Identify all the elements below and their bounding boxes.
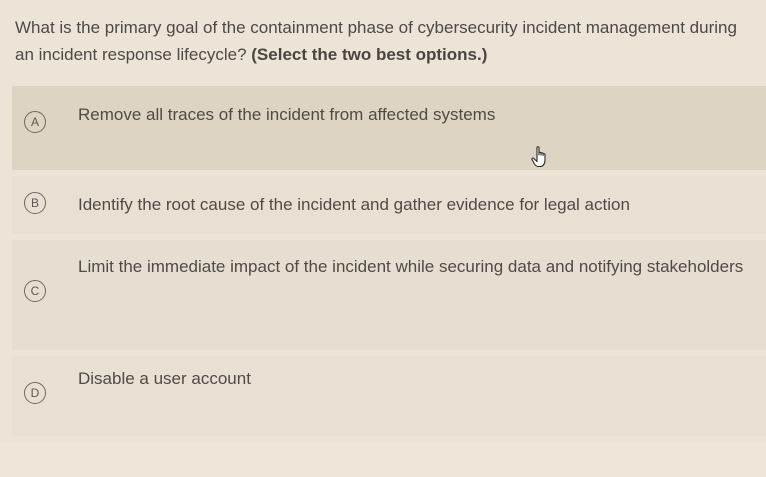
option-b-label: Identify the root cause of the incident … [78, 195, 630, 214]
option-b-letter: B [24, 192, 46, 214]
option-d[interactable]: D Disable a user account [12, 356, 766, 436]
option-c-label: Limit the immediate impact of the incide… [78, 257, 744, 276]
option-c-letter: C [24, 280, 46, 302]
option-a-letter: A [24, 111, 46, 133]
selection-hint: (Select the two best options.) [251, 45, 488, 64]
bottom-strip [0, 442, 766, 477]
option-d-letter: D [24, 382, 46, 404]
option-a-label: Remove all traces of the incident from a… [78, 105, 496, 124]
option-d-label: Disable a user account [78, 369, 251, 388]
hand-pointer-icon [531, 146, 546, 168]
option-b[interactable]: B Identify the root cause of the inciden… [12, 176, 766, 234]
option-c[interactable]: C Limit the immediate impact of the inci… [12, 240, 766, 350]
option-a[interactable]: A Remove all traces of the incident from… [12, 86, 766, 170]
question-text: What is the primary goal of the containm… [15, 14, 755, 68]
